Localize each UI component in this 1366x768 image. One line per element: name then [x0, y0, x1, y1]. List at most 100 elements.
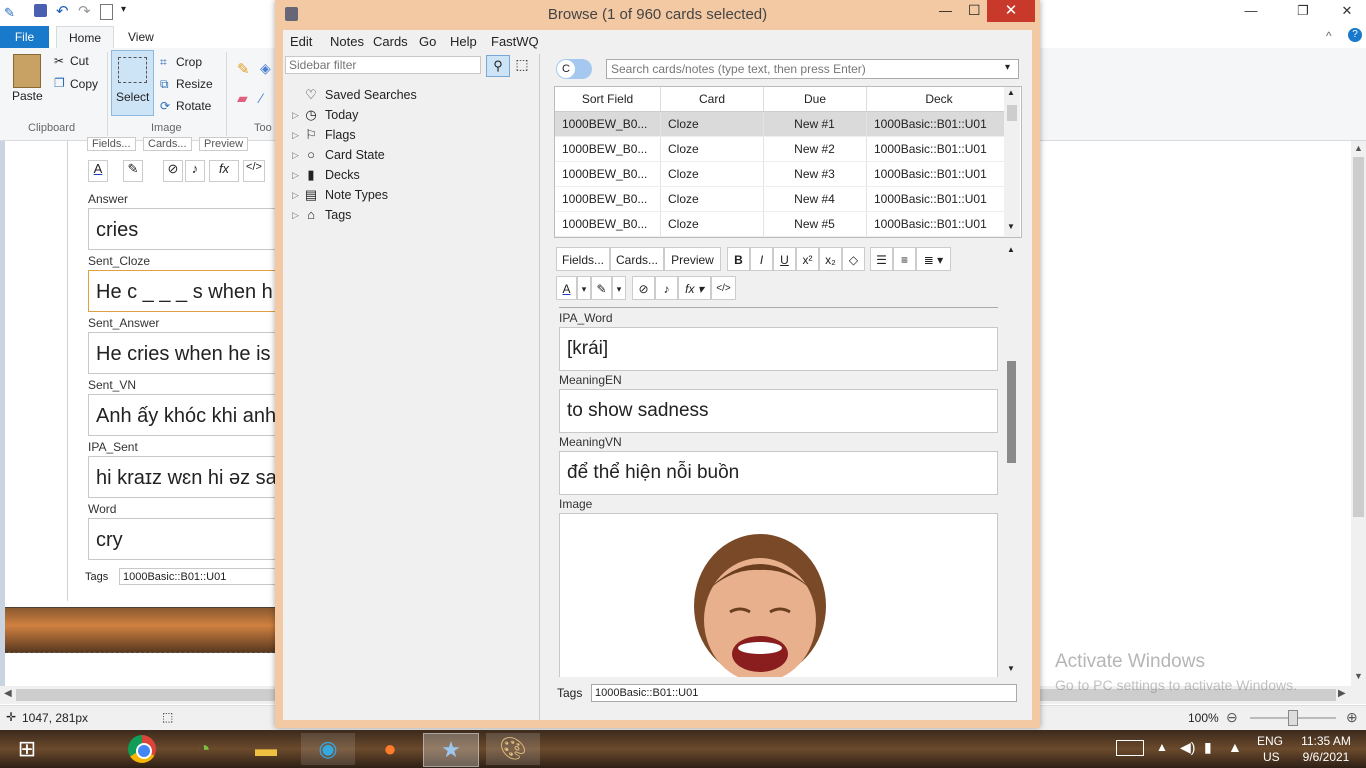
text-color-icon[interactable]: A [88, 160, 108, 182]
table-row[interactable]: 1000BEW_B0... Cloze New #3 1000Basic::B01::… [555, 161, 1012, 187]
preview-button[interactable]: Preview [664, 247, 721, 271]
tags-input[interactable]: 1000Basic::B01::U01 [591, 684, 1017, 702]
anki-icon[interactable]: ★ [423, 733, 479, 767]
scroll-down-icon[interactable]: ▼ [1007, 664, 1015, 673]
browse-maximize-button[interactable]: ☐ [968, 2, 981, 19]
table-row[interactable]: 1000BEW_B0... Cloze New #5 1000Basic::B01::… [555, 211, 1012, 237]
eraser-icon[interactable]: ◇ [842, 247, 865, 271]
menu-edit[interactable]: Edit [290, 34, 312, 49]
zoom-in-icon[interactable]: ⊕ [1346, 709, 1358, 726]
superscript-icon[interactable]: x² [796, 247, 819, 271]
editor-vscrollbar[interactable]: ▲ ▼ [1004, 245, 1018, 675]
underline-icon[interactable]: U [773, 247, 796, 271]
col-card[interactable]: Card [660, 87, 764, 112]
preview-tab[interactable]: Preview [199, 137, 249, 151]
new-file-icon[interactable] [100, 4, 113, 20]
scroll-up-icon[interactable]: ▲ [1354, 143, 1363, 153]
help-icon[interactable]: ? [1348, 28, 1362, 42]
menu-cards[interactable]: Cards [373, 34, 408, 49]
select-button[interactable]: Select [111, 50, 154, 116]
keyboard-icon[interactable] [1116, 740, 1144, 756]
zoom-out-icon[interactable]: ⊖ [1226, 709, 1238, 726]
table-row[interactable]: 1000BEW_B0... Cloze New #4 1000Basic::B01::… [555, 186, 1012, 212]
html-editor-icon[interactable]: </> [243, 160, 265, 182]
field-ipa-sent[interactable]: hi kraɪz wɛn hi əz sa [88, 456, 278, 498]
paint-minimize-button[interactable]: — [1228, 0, 1274, 22]
field-sent-answer[interactable]: He cries when he is [88, 332, 278, 374]
pencil-icon[interactable]: ✎ [237, 60, 250, 78]
expand-arrow-icon[interactable]: ▷ [292, 125, 299, 145]
italic-icon[interactable]: I [750, 247, 773, 271]
scroll-down-icon[interactable]: ▼ [1354, 671, 1363, 681]
align-icon[interactable]: ≣ ▾ [916, 247, 951, 271]
network-icon[interactable]: ▲ [1228, 739, 1242, 755]
greenshot-icon[interactable]: ◔ [177, 733, 231, 765]
scroll-right-icon[interactable]: ▶ [1338, 688, 1346, 699]
tab-home[interactable]: Home [56, 26, 115, 49]
paint-close-button[interactable]: ✕ [1324, 0, 1366, 22]
highlight-icon[interactable]: ✎ [123, 160, 143, 182]
menu-fastwq[interactable]: FastWQ [491, 34, 539, 49]
field-sent-vn[interactable]: Anh ấy khóc khi anh [88, 394, 278, 436]
browse-minimize-button[interactable]: — [939, 3, 952, 18]
formula-icon[interactable]: fx [209, 160, 239, 182]
microphone-icon[interactable]: ♪ [655, 276, 678, 300]
field-word[interactable]: cry [88, 518, 278, 560]
crop-icon[interactable]: ⌗ [160, 55, 167, 70]
battery-icon[interactable]: ▮ [1204, 739, 1212, 756]
paint-icon[interactable]: 🎨︎ [486, 733, 540, 765]
cards-notes-toggle[interactable]: C [556, 59, 592, 79]
show-hidden-icons[interactable]: ▲ [1156, 740, 1168, 754]
zoom-slider-thumb[interactable] [1288, 710, 1298, 726]
formula-icon[interactable]: fx ▾ [678, 276, 711, 300]
col-deck[interactable]: Deck [866, 87, 1012, 112]
expand-arrow-icon[interactable]: ▷ [292, 205, 299, 225]
fields-button[interactable]: Fields... [556, 247, 610, 271]
customize-qat-icon[interactable]: ▾ [121, 4, 126, 15]
paste-icon[interactable] [13, 54, 41, 88]
field-meaning-vn[interactable]: để thể hiện nỗi buồn [559, 451, 998, 495]
input-region[interactable]: US [1263, 750, 1280, 764]
input-language[interactable]: ENG [1257, 734, 1283, 748]
highlight-dropdown-icon[interactable]: ▾ [612, 276, 626, 300]
chevron-down-icon[interactable]: ▾ [1005, 62, 1010, 73]
clock-time[interactable]: 11:35 AM [1297, 734, 1355, 748]
highlight-icon[interactable]: ✎ [591, 276, 612, 300]
fill-icon[interactable]: ◈ [260, 60, 271, 77]
paste-button[interactable]: Paste [12, 89, 43, 103]
text-color-dropdown-icon[interactable]: ▾ [577, 276, 591, 300]
table-vscrollbar[interactable]: ▲ ▼ [1004, 87, 1020, 237]
copy-icon[interactable]: ❐ [54, 76, 65, 90]
table-row[interactable]: 1000BEW_B0... Cloze New #1 1000Basic::B01::… [555, 111, 1012, 137]
table-row[interactable]: 1000BEW_B0... Cloze New #2 1000Basic::B01::… [555, 136, 1012, 162]
attach-icon[interactable]: ⊘ [163, 160, 183, 182]
fields-tab[interactable]: Fields... [87, 137, 136, 151]
crop-button[interactable]: Crop [176, 55, 202, 69]
paint-maximize-button[interactable]: ❐ [1280, 0, 1326, 22]
clock-date[interactable]: 9/6/2021 [1297, 750, 1355, 764]
field-image[interactable] [559, 513, 998, 677]
field-ipa-word[interactable]: [krái] [559, 327, 998, 371]
field-answer[interactable]: cries [88, 208, 278, 250]
search-icon[interactable]: ⚲ [486, 55, 510, 77]
file-explorer-icon[interactable]: ▬ [239, 733, 293, 765]
menu-help[interactable]: Help [450, 34, 477, 49]
collapse-ribbon-icon[interactable]: ^ [1326, 29, 1332, 43]
scroll-thumb[interactable] [1007, 361, 1016, 463]
expand-arrow-icon[interactable]: ▷ [292, 105, 299, 125]
vscroll-thumb[interactable] [1353, 157, 1364, 517]
browse-close-button[interactable]: ✕ [987, 0, 1035, 22]
bold-icon[interactable]: B [727, 247, 750, 271]
cut-button[interactable]: Cut [70, 54, 89, 68]
copy-button[interactable]: Copy [70, 77, 98, 91]
col-due[interactable]: Due [763, 87, 867, 112]
scroll-thumb[interactable] [1007, 105, 1017, 121]
undo-icon[interactable]: ↶ [56, 2, 69, 20]
text-color-icon[interactable]: A [556, 276, 577, 300]
paint-vertical-scrollbar[interactable]: ▲ ▼ [1351, 141, 1366, 686]
color-picker-icon[interactable]: ⁄ [260, 90, 262, 106]
redo-icon[interactable]: ↷ [78, 2, 91, 20]
html-editor-icon[interactable]: </> [711, 276, 736, 300]
scissors-icon[interactable]: ✂ [54, 54, 64, 68]
scroll-down-icon[interactable]: ▼ [1007, 222, 1015, 231]
